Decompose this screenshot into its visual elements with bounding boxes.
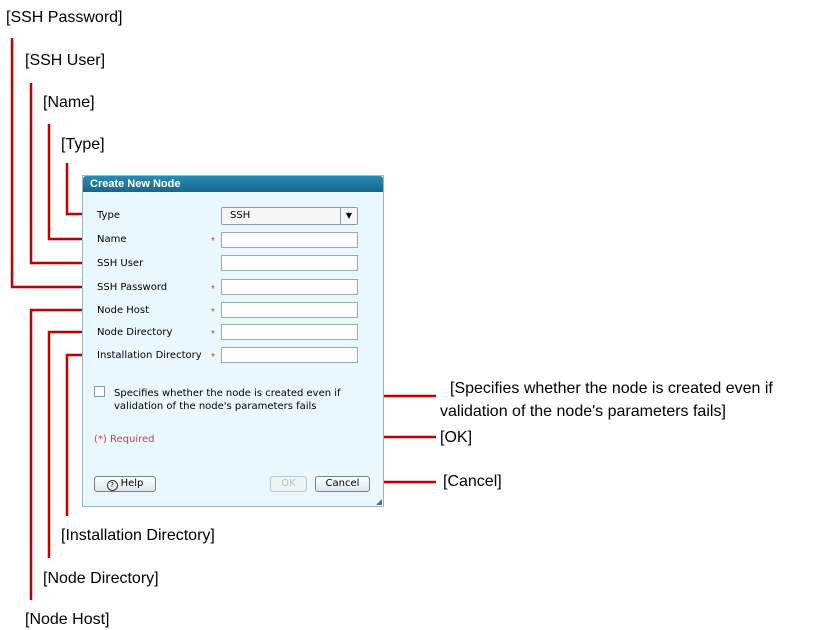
help-button-label: Help — [120, 478, 144, 489]
dialog-title: Create New Node — [83, 176, 383, 192]
node-host-required-marker: * — [211, 307, 215, 318]
installation-directory-label: Installation Directory — [97, 350, 202, 361]
callout-ssh-password: [SSH Password] — [6, 9, 123, 26]
resize-grip-icon[interactable] — [376, 499, 382, 505]
node-directory-label: Node Directory — [97, 327, 173, 338]
name-input[interactable] — [221, 232, 358, 248]
create-new-node-dialog: Create New Node Type SSH ▼ Name * SSH Us… — [82, 175, 384, 507]
callout-cancel: [Cancel] — [443, 473, 502, 490]
type-label: Type — [97, 210, 120, 221]
name-label: Name — [97, 234, 127, 245]
name-required-marker: * — [211, 236, 215, 247]
required-note: (*) Required — [94, 434, 155, 445]
callout-validation-line1: [Specifies whether the node is created e… — [450, 380, 773, 397]
callout-node-host: [Node Host] — [25, 611, 110, 628]
chevron-down-icon[interactable]: ▼ — [340, 208, 357, 224]
ssh-password-input[interactable] — [221, 279, 358, 295]
ok-button[interactable]: OK — [270, 476, 307, 492]
callout-validation-line2: validation of the node's parameters fail… — [440, 403, 726, 420]
node-host-input[interactable] — [221, 302, 358, 318]
force-create-checkbox[interactable] — [94, 386, 105, 397]
node-directory-input[interactable] — [221, 324, 358, 340]
callout-type: [Type] — [61, 136, 105, 153]
cancel-button[interactable]: Cancel — [315, 476, 370, 492]
help-icon: ? — [106, 480, 118, 491]
ssh-user-input[interactable] — [221, 255, 358, 271]
type-select[interactable]: SSH ▼ — [221, 207, 358, 225]
node-host-label: Node Host — [97, 305, 150, 316]
type-select-value: SSH — [230, 210, 251, 221]
ssh-password-label: SSH Password — [97, 282, 168, 293]
force-create-checkbox-label: Specifies whether the node is created ev… — [114, 388, 341, 412]
callout-ssh-user: [SSH User] — [25, 52, 106, 69]
installation-directory-input[interactable] — [221, 347, 358, 363]
installation-directory-required-marker: * — [211, 352, 215, 363]
ssh-password-required-marker: * — [211, 284, 215, 295]
ssh-password-callout-line — [10, 38, 88, 289]
help-button[interactable]: ? Help — [94, 476, 156, 492]
node-directory-required-marker: * — [211, 329, 215, 340]
callout-node-directory: [Node Directory] — [43, 570, 159, 587]
callout-ok: [OK] — [440, 429, 473, 446]
callout-installation-directory: [Installation Directory] — [61, 527, 215, 544]
callout-name: [Name] — [43, 94, 95, 111]
ssh-user-label: SSH User — [97, 258, 144, 269]
node-host-callout-line — [29, 308, 88, 600]
